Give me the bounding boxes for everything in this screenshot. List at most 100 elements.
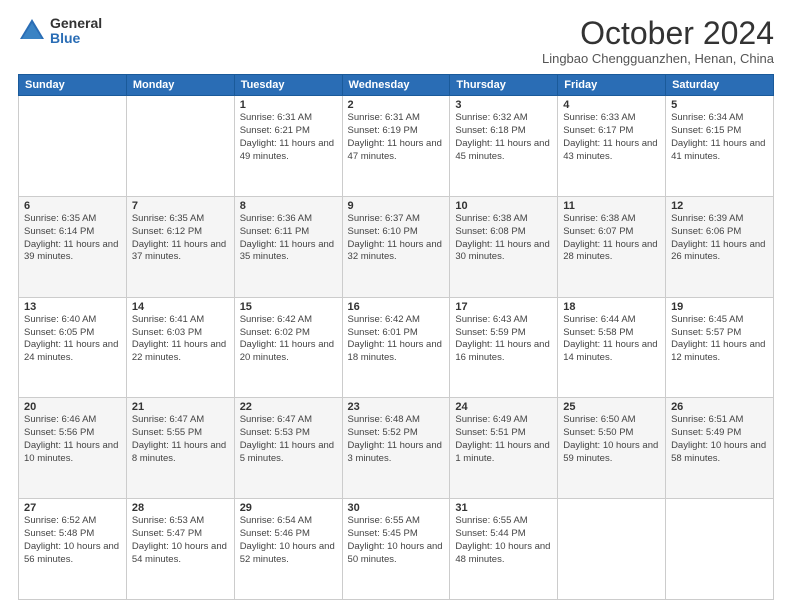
day-number: 31 (455, 502, 552, 514)
table-row: 5Sunrise: 6:34 AMSunset: 6:15 PMDaylight… (666, 96, 774, 197)
month-title: October 2024 (542, 16, 774, 51)
day-number: 3 (455, 99, 552, 111)
day-detail: Sunrise: 6:34 AMSunset: 6:15 PMDaylight:… (671, 112, 765, 161)
title-section: October 2024 Lingbao Chengguanzhen, Hena… (542, 16, 774, 66)
day-number: 23 (348, 401, 445, 413)
day-number: 6 (24, 200, 121, 212)
day-detail: Sunrise: 6:50 AMSunset: 5:50 PMDaylight:… (563, 414, 658, 463)
day-number: 5 (671, 99, 768, 111)
day-detail: Sunrise: 6:51 AMSunset: 5:49 PMDaylight:… (671, 414, 766, 463)
table-row: 7Sunrise: 6:35 AMSunset: 6:12 PMDaylight… (126, 196, 234, 297)
logo-general-label: General (50, 16, 102, 31)
day-detail: Sunrise: 6:32 AMSunset: 6:18 PMDaylight:… (455, 112, 549, 161)
table-row: 6Sunrise: 6:35 AMSunset: 6:14 PMDaylight… (19, 196, 127, 297)
day-number: 20 (24, 401, 121, 413)
day-number: 28 (132, 502, 229, 514)
header-monday: Monday (126, 75, 234, 96)
calendar-row: 27Sunrise: 6:52 AMSunset: 5:48 PMDayligh… (19, 499, 774, 600)
day-number: 30 (348, 502, 445, 514)
day-detail: Sunrise: 6:47 AMSunset: 5:53 PMDaylight:… (240, 414, 334, 463)
table-row: 20Sunrise: 6:46 AMSunset: 5:56 PMDayligh… (19, 398, 127, 499)
page: General Blue October 2024 Lingbao Chengg… (0, 0, 792, 612)
day-number: 1 (240, 99, 337, 111)
day-detail: Sunrise: 6:39 AMSunset: 6:06 PMDaylight:… (671, 213, 765, 262)
day-detail: Sunrise: 6:35 AMSunset: 6:12 PMDaylight:… (132, 213, 226, 262)
day-number: 11 (563, 200, 660, 212)
table-row: 15Sunrise: 6:42 AMSunset: 6:02 PMDayligh… (234, 297, 342, 398)
table-row: 29Sunrise: 6:54 AMSunset: 5:46 PMDayligh… (234, 499, 342, 600)
table-row: 9Sunrise: 6:37 AMSunset: 6:10 PMDaylight… (342, 196, 450, 297)
table-row: 10Sunrise: 6:38 AMSunset: 6:08 PMDayligh… (450, 196, 558, 297)
day-number: 14 (132, 301, 229, 313)
table-row: 30Sunrise: 6:55 AMSunset: 5:45 PMDayligh… (342, 499, 450, 600)
table-row: 27Sunrise: 6:52 AMSunset: 5:48 PMDayligh… (19, 499, 127, 600)
day-detail: Sunrise: 6:38 AMSunset: 6:07 PMDaylight:… (563, 213, 657, 262)
day-number: 7 (132, 200, 229, 212)
table-row: 14Sunrise: 6:41 AMSunset: 6:03 PMDayligh… (126, 297, 234, 398)
calendar-row: 13Sunrise: 6:40 AMSunset: 6:05 PMDayligh… (19, 297, 774, 398)
table-row: 18Sunrise: 6:44 AMSunset: 5:58 PMDayligh… (558, 297, 666, 398)
day-detail: Sunrise: 6:33 AMSunset: 6:17 PMDaylight:… (563, 112, 657, 161)
day-detail: Sunrise: 6:42 AMSunset: 6:02 PMDaylight:… (240, 314, 334, 363)
day-detail: Sunrise: 6:45 AMSunset: 5:57 PMDaylight:… (671, 314, 765, 363)
header-tuesday: Tuesday (234, 75, 342, 96)
header: General Blue October 2024 Lingbao Chengg… (18, 16, 774, 66)
logo: General Blue (18, 16, 102, 47)
table-row: 12Sunrise: 6:39 AMSunset: 6:06 PMDayligh… (666, 196, 774, 297)
day-detail: Sunrise: 6:38 AMSunset: 6:08 PMDaylight:… (455, 213, 549, 262)
day-detail: Sunrise: 6:36 AMSunset: 6:11 PMDaylight:… (240, 213, 334, 262)
day-number: 13 (24, 301, 121, 313)
table-row: 23Sunrise: 6:48 AMSunset: 5:52 PMDayligh… (342, 398, 450, 499)
day-detail: Sunrise: 6:31 AMSunset: 6:21 PMDaylight:… (240, 112, 334, 161)
day-number: 26 (671, 401, 768, 413)
table-row: 26Sunrise: 6:51 AMSunset: 5:49 PMDayligh… (666, 398, 774, 499)
day-number: 10 (455, 200, 552, 212)
table-row: 24Sunrise: 6:49 AMSunset: 5:51 PMDayligh… (450, 398, 558, 499)
table-row: 2Sunrise: 6:31 AMSunset: 6:19 PMDaylight… (342, 96, 450, 197)
day-number: 15 (240, 301, 337, 313)
table-row: 8Sunrise: 6:36 AMSunset: 6:11 PMDaylight… (234, 196, 342, 297)
day-number: 8 (240, 200, 337, 212)
day-detail: Sunrise: 6:37 AMSunset: 6:10 PMDaylight:… (348, 213, 442, 262)
location: Lingbao Chengguanzhen, Henan, China (542, 51, 774, 66)
logo-text: General Blue (50, 16, 102, 47)
table-row: 13Sunrise: 6:40 AMSunset: 6:05 PMDayligh… (19, 297, 127, 398)
day-number: 9 (348, 200, 445, 212)
table-row: 4Sunrise: 6:33 AMSunset: 6:17 PMDaylight… (558, 96, 666, 197)
logo-blue-label: Blue (50, 31, 102, 46)
day-detail: Sunrise: 6:55 AMSunset: 5:45 PMDaylight:… (348, 515, 443, 564)
table-row: 22Sunrise: 6:47 AMSunset: 5:53 PMDayligh… (234, 398, 342, 499)
day-detail: Sunrise: 6:54 AMSunset: 5:46 PMDaylight:… (240, 515, 335, 564)
day-detail: Sunrise: 6:48 AMSunset: 5:52 PMDaylight:… (348, 414, 442, 463)
table-row: 28Sunrise: 6:53 AMSunset: 5:47 PMDayligh… (126, 499, 234, 600)
day-detail: Sunrise: 6:42 AMSunset: 6:01 PMDaylight:… (348, 314, 442, 363)
day-detail: Sunrise: 6:47 AMSunset: 5:55 PMDaylight:… (132, 414, 226, 463)
day-detail: Sunrise: 6:40 AMSunset: 6:05 PMDaylight:… (24, 314, 118, 363)
day-number: 27 (24, 502, 121, 514)
day-detail: Sunrise: 6:35 AMSunset: 6:14 PMDaylight:… (24, 213, 118, 262)
table-row: 25Sunrise: 6:50 AMSunset: 5:50 PMDayligh… (558, 398, 666, 499)
table-row (126, 96, 234, 197)
table-row: 3Sunrise: 6:32 AMSunset: 6:18 PMDaylight… (450, 96, 558, 197)
day-detail: Sunrise: 6:41 AMSunset: 6:03 PMDaylight:… (132, 314, 226, 363)
day-number: 18 (563, 301, 660, 313)
day-number: 22 (240, 401, 337, 413)
day-number: 12 (671, 200, 768, 212)
table-row: 31Sunrise: 6:55 AMSunset: 5:44 PMDayligh… (450, 499, 558, 600)
day-detail: Sunrise: 6:49 AMSunset: 5:51 PMDaylight:… (455, 414, 549, 463)
calendar-row: 6Sunrise: 6:35 AMSunset: 6:14 PMDaylight… (19, 196, 774, 297)
day-number: 2 (348, 99, 445, 111)
header-friday: Friday (558, 75, 666, 96)
day-number: 25 (563, 401, 660, 413)
calendar-row: 1Sunrise: 6:31 AMSunset: 6:21 PMDaylight… (19, 96, 774, 197)
day-detail: Sunrise: 6:52 AMSunset: 5:48 PMDaylight:… (24, 515, 119, 564)
table-row (666, 499, 774, 600)
table-row: 21Sunrise: 6:47 AMSunset: 5:55 PMDayligh… (126, 398, 234, 499)
calendar-row: 20Sunrise: 6:46 AMSunset: 5:56 PMDayligh… (19, 398, 774, 499)
day-detail: Sunrise: 6:55 AMSunset: 5:44 PMDaylight:… (455, 515, 550, 564)
table-row: 1Sunrise: 6:31 AMSunset: 6:21 PMDaylight… (234, 96, 342, 197)
table-row: 19Sunrise: 6:45 AMSunset: 5:57 PMDayligh… (666, 297, 774, 398)
day-number: 29 (240, 502, 337, 514)
table-row: 17Sunrise: 6:43 AMSunset: 5:59 PMDayligh… (450, 297, 558, 398)
table-row: 16Sunrise: 6:42 AMSunset: 6:01 PMDayligh… (342, 297, 450, 398)
